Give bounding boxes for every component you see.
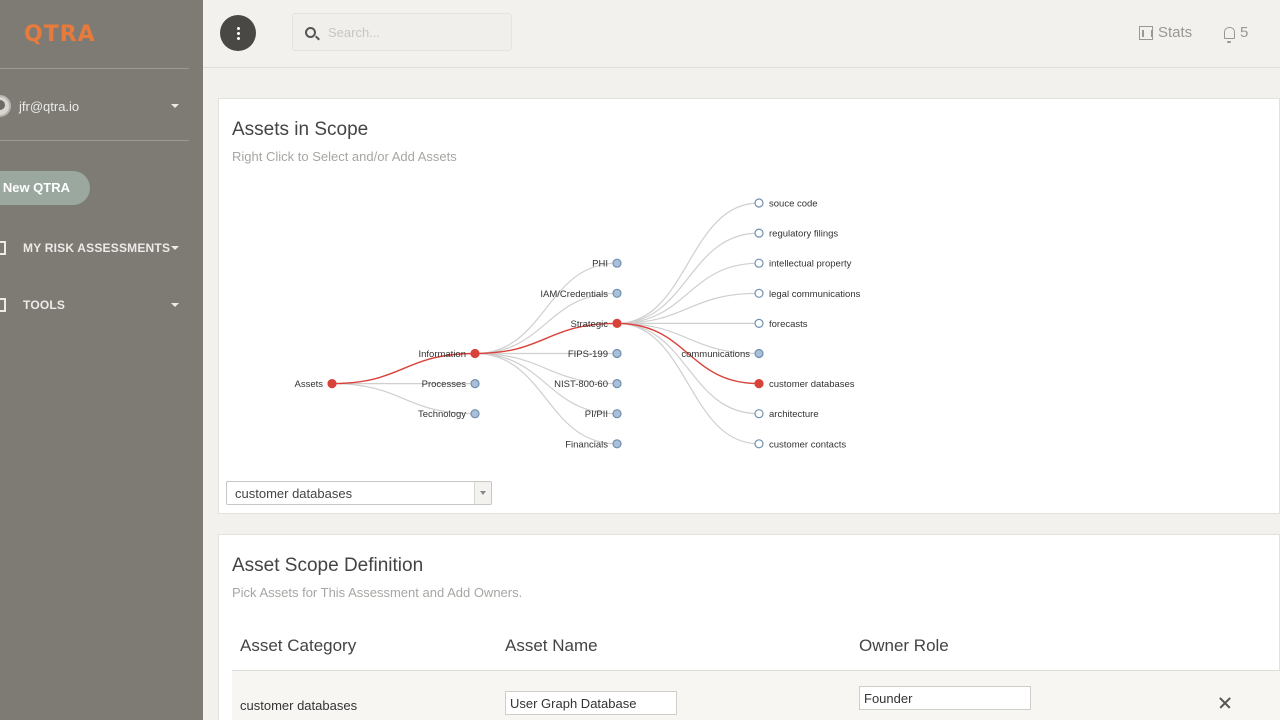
tree-link — [616, 232, 760, 324]
sidebar-divider — [0, 68, 189, 69]
tools-icon — [0, 298, 6, 312]
bell-icon — [1224, 26, 1235, 43]
stats-label: Stats — [1158, 24, 1193, 41]
tree-label-phi[interactable]: PHI — [592, 259, 608, 270]
column-header-asset-category: Asset Category — [240, 636, 357, 655]
remove-row-button[interactable] — [1217, 695, 1233, 711]
nav-tools[interactable]: TOOLS — [0, 293, 189, 317]
tree-node-ip[interactable] — [754, 258, 764, 268]
owner-role-input[interactable] — [859, 686, 1031, 710]
asset-select[interactable]: customer databases — [226, 481, 492, 505]
tree-label-arch[interactable]: architecture — [769, 409, 819, 420]
tree-node-technology[interactable] — [470, 409, 480, 419]
tree-label-iam[interactable]: IAM/Credentials — [540, 289, 608, 300]
card-title: Asset Scope Definition — [232, 555, 424, 576]
tree-label-assets[interactable]: Assets — [294, 379, 323, 390]
dropdown-arrow-icon[interactable] — [474, 482, 491, 504]
chart-icon — [0, 241, 6, 255]
tree-node-financials[interactable] — [612, 439, 622, 449]
tree-node-iam[interactable] — [612, 288, 622, 298]
tree-node-processes[interactable] — [470, 379, 480, 389]
tree-label-custdb[interactable]: customer databases — [769, 379, 855, 390]
tree-node-assets[interactable] — [327, 379, 337, 389]
tree-label-nist[interactable]: NIST-800-60 — [554, 379, 608, 390]
tree-label-technology[interactable]: Technology — [418, 409, 466, 420]
asset-name-input[interactable] — [505, 691, 677, 715]
nav-label: TOOLS — [23, 298, 66, 312]
table-row: customer databases — [232, 670, 1280, 720]
tree-node-contacts[interactable] — [754, 439, 764, 449]
tree-node-arch[interactable] — [754, 409, 764, 419]
tree-node-source[interactable] — [754, 198, 764, 208]
tree-node-fips[interactable] — [612, 348, 622, 359]
tree-label-information[interactable]: Information — [418, 349, 466, 360]
tree-node-strategic[interactable] — [612, 318, 622, 328]
tree-node-custdb[interactable] — [754, 379, 764, 389]
search-box[interactable] — [292, 13, 512, 51]
nav-my-risk-assessments[interactable]: MY RISK ASSESSMENTS — [0, 236, 189, 260]
sidebar: QTRA jfr@qtra.io New QTRA MY RISK ASSESS… — [0, 0, 203, 720]
qtra-logo[interactable]: QTRA — [24, 22, 96, 47]
search-icon — [305, 26, 316, 38]
tree-label-financials[interactable]: Financials — [565, 439, 608, 450]
stats-icon — [1139, 25, 1153, 40]
avatar — [0, 95, 11, 117]
column-header-asset-name: Asset Name — [505, 636, 598, 655]
more-menu-button[interactable] — [220, 15, 256, 51]
stats-link[interactable]: Stats — [1139, 24, 1192, 41]
chevron-down-icon — [171, 104, 179, 108]
tree-node-forecasts[interactable] — [754, 318, 764, 328]
tree-link — [616, 322, 760, 445]
tree-node-information[interactable] — [470, 348, 480, 359]
user-menu[interactable]: jfr@qtra.io — [0, 92, 189, 120]
asset-scope-definition-card: Asset Scope Definition Pick Assets for T… — [218, 534, 1280, 720]
asset-tree[interactable]: Assets Information Processes Technology PHI I… — [219, 99, 979, 469]
column-header-owner-role: Owner Role — [859, 636, 949, 655]
sidebar-divider — [0, 140, 189, 141]
tree-label-ip[interactable]: intellectual property — [769, 259, 852, 270]
chevron-down-icon — [171, 246, 179, 250]
tree-node-comms[interactable] — [754, 348, 764, 359]
chevron-down-icon — [171, 303, 179, 307]
asset-category-cell: customer databases — [240, 698, 358, 713]
card-subtitle: Pick Assets for This Assessment and Add … — [232, 585, 523, 600]
tree-label-regulatory[interactable]: regulatory filings — [769, 229, 838, 240]
tree-link — [616, 262, 760, 324]
tree-label-contacts[interactable]: customer contacts — [769, 439, 846, 450]
tree-node-pii[interactable] — [612, 409, 622, 419]
tree-node-legal[interactable] — [754, 288, 764, 298]
search-input[interactable] — [328, 24, 488, 40]
tree-link — [616, 322, 760, 415]
tree-node-regulatory[interactable] — [754, 228, 764, 238]
asset-select-value: customer databases — [235, 485, 353, 501]
tree-label-legal[interactable]: legal communications — [769, 289, 861, 300]
tree-label-fips[interactable]: FIPS-199 — [568, 349, 608, 360]
tree-link — [474, 352, 618, 445]
notifications-button[interactable]: 5 — [1224, 24, 1249, 43]
user-email: jfr@qtra.io — [19, 98, 80, 114]
tree-label-pii[interactable]: PI/PII — [585, 409, 608, 420]
tree-node-nist[interactable] — [612, 379, 622, 389]
tree-node-phi[interactable] — [612, 258, 622, 268]
topbar: Stats 5 — [203, 0, 1280, 68]
tree-link — [474, 262, 618, 355]
tree-label-processes[interactable]: Processes — [422, 379, 467, 390]
tree-label-forecasts[interactable]: forecasts — [769, 319, 808, 330]
tree-label-source[interactable]: souce code — [769, 199, 818, 210]
tree-link — [616, 202, 760, 324]
assets-in-scope-card: Assets in Scope Right Click to Select an… — [218, 98, 1280, 514]
tree-label-comms[interactable]: communications — [681, 349, 750, 360]
notification-count: 5 — [1240, 24, 1249, 41]
new-qtra-button[interactable]: New QTRA — [0, 171, 90, 205]
nav-label: MY RISK ASSESSMENTS — [23, 241, 171, 255]
tree-label-strategic[interactable]: Strategic — [571, 319, 609, 330]
vertical-dots-icon — [236, 26, 240, 40]
